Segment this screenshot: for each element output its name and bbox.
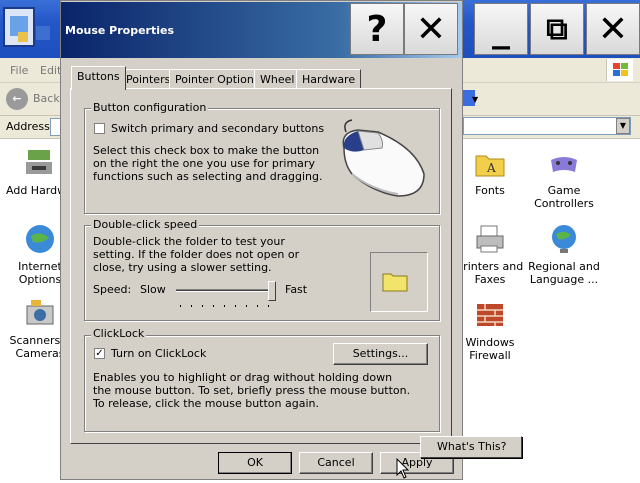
- help-button[interactable]: ?: [350, 3, 404, 55]
- checkmark-icon: ✓: [95, 347, 104, 359]
- switch-buttons-checkbox[interactable]: [94, 123, 105, 134]
- close-icon: ✕: [415, 8, 447, 50]
- dialog-close-button[interactable]: ✕: [404, 3, 458, 55]
- gamepad-icon: [547, 146, 581, 180]
- restore-button[interactable]: ⧉: [530, 3, 584, 55]
- address-field[interactable]: [463, 117, 631, 135]
- speed-label: Speed:: [93, 283, 132, 296]
- camera-icon: [23, 296, 57, 330]
- clicklock-description: Enables you to highlight or drag without…: [93, 371, 411, 410]
- speed-slider-thumb[interactable]: [268, 281, 276, 301]
- address-dropdown-icon[interactable]: ▼: [616, 118, 630, 134]
- address-label: Address: [6, 120, 50, 133]
- chevron-down-icon[interactable]: ▼: [472, 95, 478, 104]
- menu-file[interactable]: File: [10, 64, 28, 77]
- mouse-cursor-icon: [396, 457, 410, 480]
- speed-slider-ticks: [180, 305, 276, 307]
- button-config-description: Select this check box to make the button…: [93, 144, 323, 183]
- cp-item-fonts[interactable]: A Fonts: [452, 146, 528, 197]
- dialog-title: Mouse Properties: [65, 24, 175, 37]
- printer-icon: [473, 222, 507, 256]
- restore-icon: ⧉: [546, 11, 568, 47]
- ok-button[interactable]: OK: [218, 452, 292, 474]
- windows-logo-icon: [606, 59, 633, 81]
- clicklock-checkbox[interactable]: ✓: [94, 348, 105, 359]
- tab-buttons[interactable]: Buttons: [71, 66, 126, 90]
- fonts-folder-icon: A: [473, 146, 507, 180]
- tab-pointers[interactable]: Pointers: [120, 69, 177, 88]
- button-configuration-legend: Button configuration: [91, 101, 209, 114]
- globe-icon: [23, 222, 57, 256]
- cancel-button[interactable]: Cancel: [299, 452, 373, 474]
- cp-item-windows-firewall[interactable]: Windows Firewall: [452, 298, 528, 362]
- switch-buttons-label[interactable]: Switch primary and secondary buttons: [111, 122, 324, 135]
- cp-item-regional-language[interactable]: Regional and Language ...: [526, 222, 602, 286]
- help-icon: ?: [366, 8, 388, 50]
- minimize-button[interactable]: _: [474, 3, 528, 55]
- tab-hardware[interactable]: Hardware: [296, 69, 362, 88]
- mouse-icon: [338, 118, 428, 200]
- tab-pointer-options[interactable]: Pointer Options: [169, 69, 266, 88]
- fast-label: Fast: [285, 283, 308, 296]
- menu-edit[interactable]: Edit: [40, 64, 61, 77]
- close-icon: ✕: [597, 8, 629, 50]
- globe-icon: [547, 222, 581, 256]
- control-panel-icon: [0, 2, 56, 56]
- cp-item-game-controllers[interactable]: Game Controllers: [526, 146, 602, 210]
- back-arrow-icon[interactable]: ←: [6, 88, 28, 110]
- cp-item-printers-faxes[interactable]: Printers and Faxes: [452, 222, 528, 286]
- clicklock-legend: ClickLock: [91, 327, 147, 340]
- firewall-icon: [473, 298, 507, 332]
- hardware-icon: [22, 146, 56, 180]
- test-folder-icon[interactable]: [382, 270, 408, 292]
- window-close-button[interactable]: ✕: [586, 3, 640, 55]
- speed-slider-track[interactable]: [176, 289, 276, 292]
- slow-label: Slow: [140, 283, 166, 296]
- tab-wheel[interactable]: Wheel: [254, 69, 301, 88]
- double-click-description: Double-click the folder to test your set…: [93, 235, 300, 274]
- whats-this-menu-item[interactable]: What's This?: [437, 440, 506, 453]
- clicklock-settings-button[interactable]: Settings...: [333, 343, 428, 365]
- back-button[interactable]: Back: [33, 92, 60, 105]
- svg-text:A: A: [486, 161, 496, 175]
- double-click-speed-legend: Double-click speed: [91, 218, 200, 231]
- clicklock-label[interactable]: Turn on ClickLock: [111, 347, 206, 360]
